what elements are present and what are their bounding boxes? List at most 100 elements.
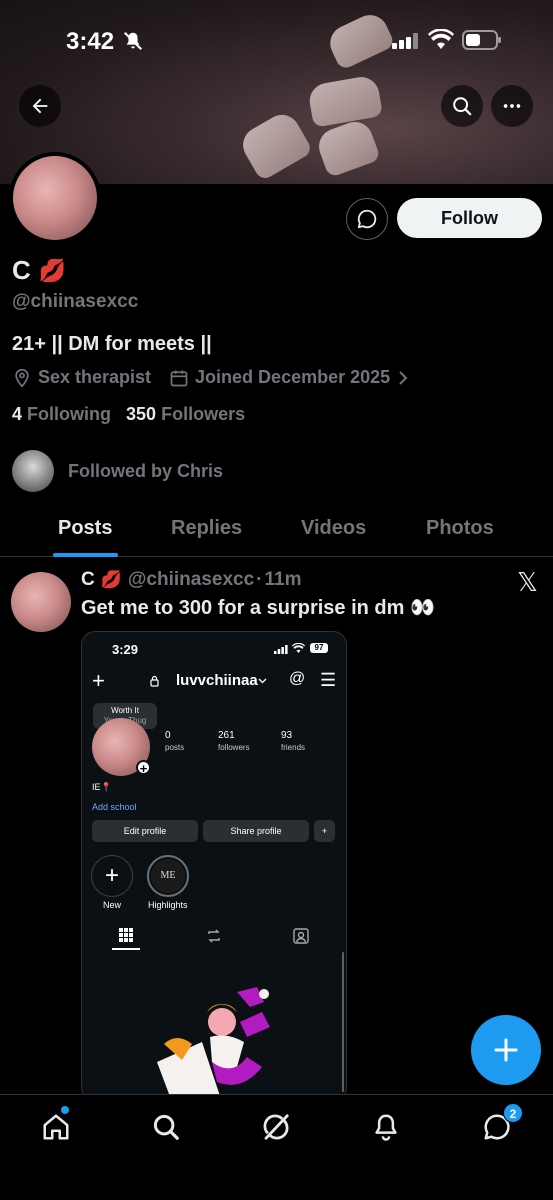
message-bubble-icon (357, 209, 377, 229)
followers-link[interactable]: 350 Followers (126, 404, 245, 424)
following-count: 4 (12, 404, 23, 424)
calendar-icon (170, 370, 188, 386)
bell-muted-icon (123, 31, 143, 51)
image-edit-profile: Edit profile (92, 820, 198, 842)
location-text: Sex therapist (38, 367, 152, 387)
image-battery: 97 (310, 643, 328, 653)
image-highlight-text: ME (151, 859, 185, 893)
search-icon (153, 1114, 179, 1140)
image-share-profile: Share profile (203, 820, 309, 842)
nav-grok[interactable] (258, 1109, 294, 1145)
image-scrollbar (342, 952, 344, 1092)
joined-text: Joined December 2025 (195, 367, 391, 387)
image-repost-icon (208, 929, 220, 943)
image-friends-label: friends (281, 743, 306, 752)
post-author-handle[interactable]: @chiinasexcc (128, 569, 254, 591)
nav-search[interactable] (148, 1109, 184, 1145)
image-status-time: 3:29 (112, 642, 139, 657)
image-illustration (157, 987, 270, 1100)
image-bio: IE📍 (92, 782, 112, 792)
followed-by-text: Followed by Chris (68, 460, 224, 481)
image-posts-label: posts (165, 743, 185, 752)
tab-posts[interactable]: Posts (58, 517, 112, 540)
image-threads-icon: @ (289, 670, 306, 687)
image-highlight-circle: ME (147, 855, 189, 897)
nav-notifications[interactable] (368, 1109, 404, 1145)
profile-handle: @chiinasexcc (12, 291, 139, 312)
image-stat-followers: 261 followers (218, 730, 250, 754)
banner-detail (236, 108, 314, 182)
image-new-label: New (103, 900, 122, 910)
image-plus-icon: + (92, 668, 105, 693)
search-button[interactable] (441, 85, 483, 127)
image-new-highlight-icon: + (91, 855, 133, 897)
profile-tabs: Posts Replies Videos Photos (0, 505, 553, 557)
banner-detail (306, 74, 384, 128)
tab-videos[interactable]: Videos (301, 517, 366, 540)
followers-count: 350 (126, 404, 157, 424)
wifi-icon (428, 29, 454, 49)
home-icon (43, 1114, 69, 1140)
post-author-emoji: 💋 (100, 570, 122, 589)
image-friends-count: 93 (281, 730, 293, 741)
active-tab-indicator (53, 553, 118, 557)
message-button[interactable] (346, 198, 388, 240)
home-notification-dot (61, 1106, 69, 1114)
profile-meta: Sex therapist Joined December 2025 (12, 367, 410, 388)
post-separator: · (256, 569, 263, 590)
search-icon (453, 97, 472, 116)
post-header: C 💋 @chiinasexcc · 11m (81, 569, 301, 591)
bell-icon (375, 1114, 397, 1141)
follow-button[interactable]: Follow (397, 198, 542, 238)
chevron-right-icon[interactable] (396, 370, 410, 386)
followed-by-row[interactable]: Followed by Chris (12, 450, 223, 492)
image-grid-icon (119, 928, 133, 942)
image-menu-icon: ☰ (320, 670, 337, 690)
post-avatar[interactable] (11, 572, 71, 632)
back-button[interactable] (19, 85, 61, 127)
image-followers-count: 261 (218, 730, 235, 741)
follower-avatar (12, 450, 54, 492)
post-author-name[interactable]: C (81, 569, 95, 591)
status-bar: 3:42 (0, 0, 553, 80)
messages-badge: 2 (503, 1103, 523, 1123)
image-followers-label: followers (218, 743, 250, 752)
bottom-nav: 2 (0, 1094, 553, 1200)
following-link[interactable]: 4 Following (12, 404, 111, 424)
tab-replies[interactable]: Replies (171, 517, 242, 540)
image-note-title: Worth It (111, 706, 139, 715)
status-time: 3:42 (66, 28, 115, 55)
x-logo-icon: 𝕏 (517, 568, 538, 598)
image-wifi-icon (292, 643, 305, 653)
more-dots-icon (503, 104, 521, 108)
follow-counts: 4 Following 350 Followers (12, 404, 245, 425)
signal-icon (392, 33, 418, 49)
image-chevron-down-icon (258, 678, 267, 684)
banner-detail (313, 116, 382, 179)
followers-label: Followers (161, 404, 246, 424)
arrow-left-icon (32, 98, 48, 114)
compose-button[interactable] (471, 1015, 541, 1085)
image-add-person-icon: + (314, 820, 335, 842)
image-stat-friends: 93 friends (281, 730, 305, 754)
nav-home[interactable] (38, 1109, 74, 1145)
post-image[interactable]: 3:29 97 + luvvchiinaa @ ☰ Worth It Young… (81, 631, 347, 1101)
image-highlights-label: Highlights (148, 900, 188, 910)
more-button[interactable] (491, 85, 533, 127)
display-name: C 💋 (12, 255, 66, 286)
display-name-text: C (12, 255, 31, 285)
plus-icon (494, 1038, 518, 1062)
profile-avatar[interactable] (9, 152, 101, 244)
image-tagged-icon (293, 928, 309, 944)
grok-icon (263, 1114, 289, 1140)
post-text: Get me to 300 for a surprise in dm 👀 (81, 597, 435, 619)
battery-icon (462, 30, 501, 50)
lips-emoji: 💋 (38, 257, 67, 283)
post-time[interactable]: 11m (265, 569, 302, 591)
tab-photos[interactable]: Photos (426, 517, 494, 540)
location-pin-icon (15, 368, 29, 388)
image-username: luvvchiinaa (176, 672, 258, 689)
image-add-story-icon: + (136, 760, 151, 776)
image-add-school: Add school (92, 802, 137, 812)
following-label: Following (27, 404, 112, 424)
